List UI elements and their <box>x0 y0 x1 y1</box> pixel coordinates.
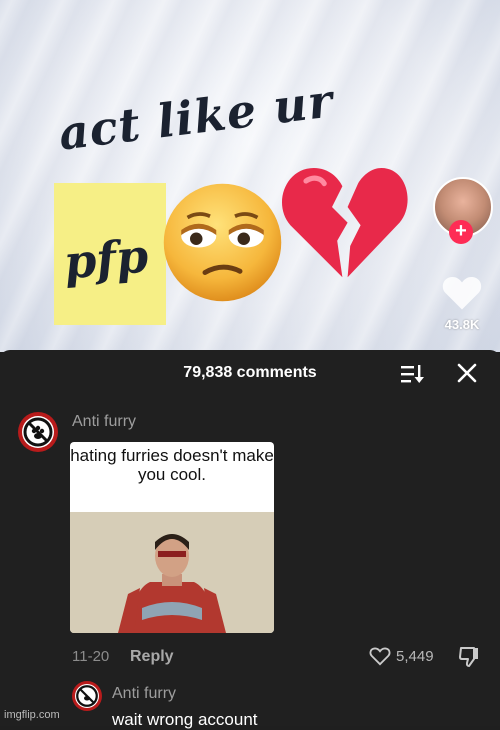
comment-username[interactable]: Anti furry <box>112 685 176 703</box>
comment-image[interactable]: hating furries doesn't make you cool. <box>70 442 274 633</box>
comment-image-text: hating furries doesn't make you cool. <box>70 446 274 484</box>
broken-heart-emoji <box>282 168 408 278</box>
watermark: imgflip.com <box>4 709 60 721</box>
cartoon-hero-image <box>70 512 274 633</box>
caption-line2: pfp <box>61 228 151 290</box>
like-count: 43.8K <box>444 317 480 332</box>
no-furry-icon <box>22 416 54 448</box>
comments-title: 79,838 comments <box>183 364 317 381</box>
face-with-rolling-eyes-emoji <box>163 183 282 302</box>
comment-like-icon[interactable] <box>369 646 391 666</box>
heart-icon[interactable] <box>441 272 483 312</box>
commenter-avatar[interactable] <box>18 412 58 452</box>
reply-button[interactable]: Reply <box>130 648 174 666</box>
dislike-icon[interactable] <box>457 645 481 669</box>
no-furry-icon <box>75 684 99 708</box>
follow-button[interactable]: + <box>449 220 473 244</box>
sort-icon[interactable] <box>400 362 424 386</box>
comment-text: wait wrong account <box>112 710 258 729</box>
commenter-avatar[interactable] <box>72 681 102 711</box>
close-icon[interactable] <box>456 362 478 384</box>
comment-like-count: 5,449 <box>396 648 434 665</box>
comment-username[interactable]: Anti furry <box>72 413 136 431</box>
comment-date: 11-20 <box>72 648 110 665</box>
video-player[interactable]: act like ur pfp + 43.8K <box>0 0 500 352</box>
